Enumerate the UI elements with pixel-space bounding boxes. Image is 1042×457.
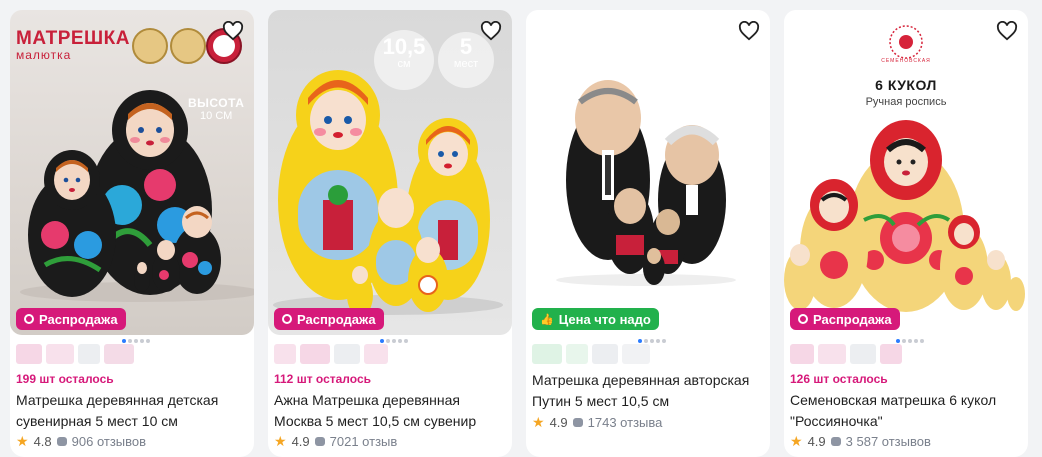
reviews-count[interactable]: 906 отзывов — [72, 434, 146, 449]
comment-bubble-icon — [572, 418, 583, 427]
star-icon: ★ — [274, 433, 287, 449]
price-blurred — [532, 344, 672, 366]
star-icon: ★ — [790, 433, 803, 449]
image-pagination-dots[interactable] — [380, 339, 408, 343]
image-pagination-dots[interactable] — [896, 339, 924, 343]
doll-count-sub: Ручная роспись — [865, 96, 947, 108]
product-card[interactable]: МАТРЕШКА малютка ВЫСОТА 10 СМ Распродажа… — [10, 10, 254, 457]
badge-label: Распродажа — [813, 311, 892, 327]
stock-left-label: 112 шт осталось — [274, 372, 371, 386]
height-info: ВЫСОТА 10 СМ — [188, 96, 245, 122]
rating-row: ★ 4.9 1743 отзыва — [532, 414, 662, 431]
product-grid: МАТРЕШКА малютка ВЫСОТА 10 СМ Распродажа… — [0, 0, 1042, 457]
stock-left-label: 126 шт осталось — [790, 372, 888, 386]
favorite-heart-icon[interactable] — [220, 18, 246, 44]
price-blurred — [16, 344, 156, 366]
product-image[interactable]: 10,5 см 5 мест — [268, 10, 512, 335]
badge-label: Распродажа — [297, 311, 376, 327]
reviews-count[interactable]: 3 587 отзывов — [846, 434, 931, 449]
product-title[interactable]: Матрешка деревянная детская сувенирная 5… — [16, 390, 252, 432]
badge-label: Цена что надо — [558, 311, 651, 327]
comment-bubble-icon — [56, 437, 67, 446]
star-icon: ★ — [16, 433, 29, 449]
product-image[interactable] — [526, 10, 770, 335]
sale-ring-icon — [24, 314, 34, 324]
thumbs-up-icon: 👍 — [540, 313, 554, 326]
stock-left-label: 199 шт осталось — [16, 372, 114, 386]
image-pagination-dots[interactable] — [638, 339, 666, 343]
rating-row: ★ 4.9 3 587 отзывов — [790, 433, 931, 450]
product-title[interactable]: Семеновская матрешка 6 кукол "Россияночк… — [790, 390, 1026, 432]
brand-logo: МАТРЕШКА малютка — [16, 28, 130, 62]
doll-count-title: 6 КУКОЛ — [875, 77, 937, 93]
image-pagination-dots[interactable] — [122, 339, 150, 343]
reviews-count[interactable]: 7021 отзыв — [330, 434, 398, 449]
rating-row: ★ 4.8 906 отзывов — [16, 433, 146, 450]
matryoshka-illustration — [556, 80, 736, 286]
price-blurred — [790, 344, 930, 366]
product-card[interactable]: 👍 Цена что надо Матрешка деревянная авто… — [526, 10, 770, 457]
size-badge: 10,5 см — [382, 34, 426, 71]
product-image[interactable]: МАТРЕШКА малютка ВЫСОТА 10 СМ — [10, 10, 254, 335]
sale-badge: Распродажа — [16, 308, 126, 330]
badge-label: Распродажа — [39, 311, 118, 327]
favorite-heart-icon[interactable] — [736, 18, 762, 44]
sale-badge: Распродажа — [274, 308, 384, 330]
comment-bubble-icon — [830, 437, 841, 446]
brand-ring-text: СЕМЕНОВСКАЯ — [881, 58, 931, 64]
product-image[interactable]: СЕМЕНОВСКАЯ 6 КУКОЛ Ручная роспись — [784, 10, 1028, 335]
star-icon: ★ — [532, 414, 545, 430]
reviews-count[interactable]: 1743 отзыва — [588, 415, 663, 430]
sale-badge: Распродажа — [790, 308, 900, 330]
favorite-heart-icon[interactable] — [478, 18, 504, 44]
product-title[interactable]: Матрешка деревянная авторская Путин 5 ме… — [532, 370, 768, 412]
product-card[interactable]: 10,5 см 5 мест Распродажа 112 шт осталос… — [268, 10, 512, 457]
sale-ring-icon — [282, 314, 292, 324]
price-blurred — [274, 344, 414, 366]
sale-ring-icon — [798, 314, 808, 324]
good-price-badge: 👍 Цена что надо — [532, 308, 659, 330]
product-card[interactable]: СЕМЕНОВСКАЯ 6 КУКОЛ Ручная роспись Распр… — [784, 10, 1028, 457]
comment-bubble-icon — [314, 437, 325, 446]
product-title[interactable]: Ажна Матрешка деревянная Москва 5 мест 1… — [274, 390, 510, 432]
favorite-heart-icon[interactable] — [994, 18, 1020, 44]
rating-row: ★ 4.9 7021 отзыв — [274, 433, 397, 450]
rating-value: 4.9 — [807, 434, 826, 449]
rating-value: 4.9 — [291, 434, 310, 449]
rating-value: 4.8 — [33, 434, 52, 449]
rating-value: 4.9 — [549, 415, 568, 430]
